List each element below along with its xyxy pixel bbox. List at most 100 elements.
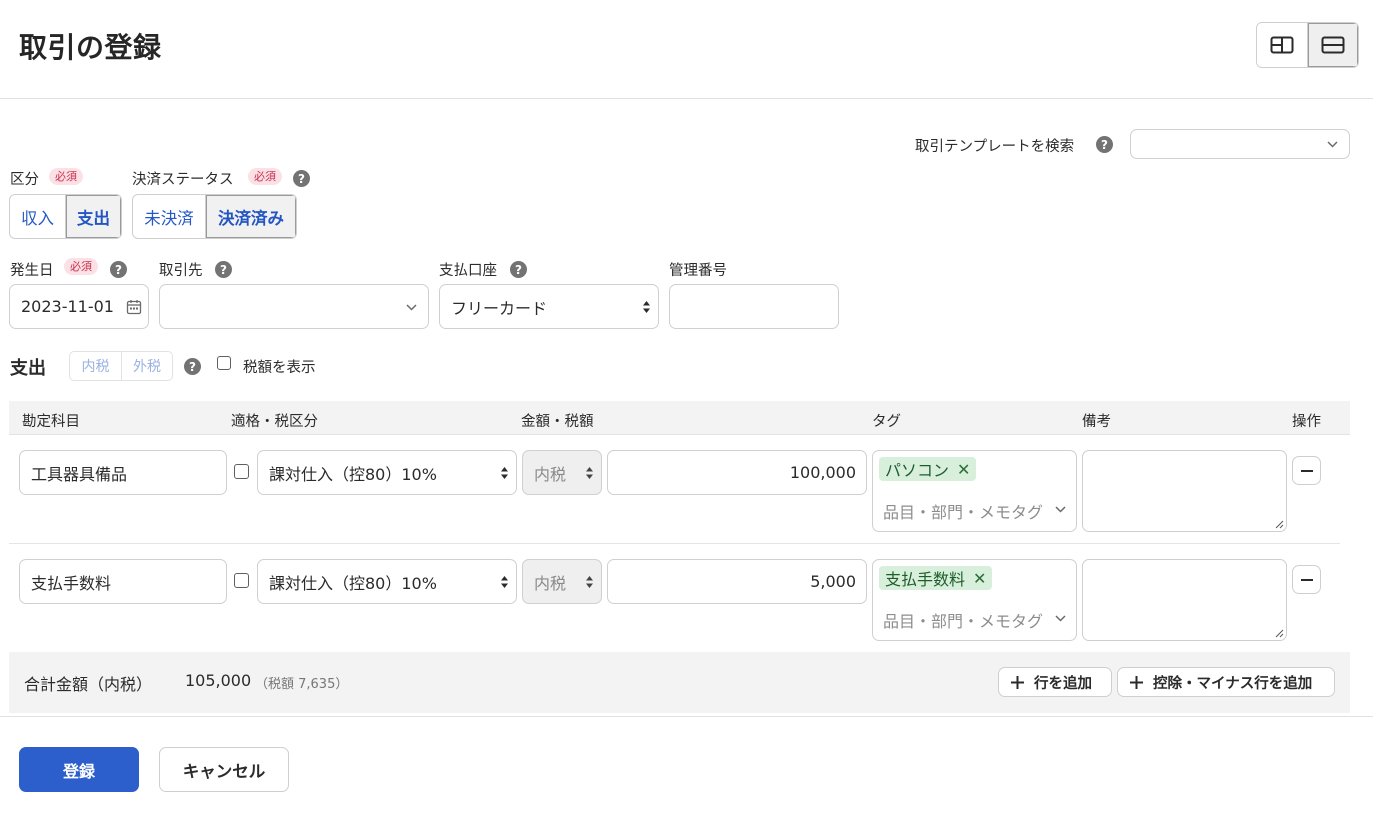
section-title: 支出: [10, 358, 46, 379]
category-income-option[interactable]: 収入: [10, 195, 65, 238]
total-amount: 105,000: [185, 671, 252, 690]
row-amount-value: 100,000: [789, 463, 856, 482]
help-icon[interactable]: ?: [215, 261, 232, 278]
remove-tag-icon[interactable]: ✕: [973, 569, 986, 588]
submit-button[interactable]: 登録: [19, 747, 139, 792]
help-icon[interactable]: ?: [184, 358, 201, 375]
manage-no-label: 管理番号: [669, 263, 727, 279]
template-search-label: 取引テンプレートを検索: [915, 139, 1075, 155]
select-arrows-icon: [501, 466, 508, 479]
page-title: 取引の登録: [19, 31, 162, 64]
tax-mode-toggle: 内税 外税: [69, 351, 173, 381]
settlement-unpaid-option[interactable]: 未決済: [133, 195, 205, 238]
memo-textarea[interactable]: [1082, 450, 1287, 532]
template-search-select[interactable]: [1130, 129, 1350, 159]
add-minus-row-label: 控除・マイナス行を追加: [1153, 675, 1313, 692]
partner-label: 取引先: [159, 263, 203, 279]
date-label: 発生日: [10, 263, 54, 279]
account-select[interactable]: フリーカード: [439, 284, 659, 329]
help-icon[interactable]: ?: [510, 261, 527, 278]
plus-icon: [1130, 675, 1143, 689]
calendar-icon: [126, 300, 142, 315]
required-badge: 必須: [248, 168, 282, 185]
qualified-checkbox[interactable]: [234, 464, 249, 479]
row-account-field[interactable]: 工具器具備品: [19, 450, 227, 495]
tax-class-select[interactable]: 課対仕入（控80）10%: [257, 559, 517, 604]
add-minus-row-button[interactable]: 控除・マイナス行を追加: [1117, 667, 1335, 697]
select-arrows-icon: [586, 575, 593, 588]
header-tag: タグ: [872, 414, 901, 430]
remove-tag-icon[interactable]: ✕: [957, 460, 970, 479]
settlement-segment: 未決済 決済済み: [132, 194, 297, 239]
split-layout-icon: [1270, 36, 1294, 54]
tag-chip-label: 支払手数料: [885, 570, 966, 589]
category-label: 区分: [10, 172, 39, 188]
plus-icon: [1011, 675, 1024, 689]
summary-bar: 合計金額（内税） 105,000 （税額 7,635） 行を追加 控除・マイナス…: [9, 652, 1350, 713]
chevron-down-icon: [1327, 141, 1338, 148]
category-expense-option[interactable]: 支出: [65, 195, 121, 238]
tag-placeholder: 品目・部門・メモタグ: [883, 612, 1044, 631]
required-badge: 必須: [49, 168, 83, 185]
header-ops: 操作: [1292, 414, 1321, 430]
settlement-paid-option[interactable]: 決済済み: [205, 195, 296, 238]
stacked-layout-button[interactable]: [1307, 23, 1358, 67]
row-divider: [9, 543, 1340, 544]
date-value: 2023-11-01: [21, 297, 114, 316]
add-row-label: 行を追加: [1034, 675, 1092, 692]
row-tax-mode-value: 内税: [534, 573, 567, 593]
cancel-button[interactable]: キャンセル: [159, 747, 289, 792]
header-amount: 金額・税額: [521, 414, 594, 430]
row-amount-input[interactable]: 5,000: [607, 559, 867, 604]
tax-amount-note: （税額 7,635）: [255, 677, 349, 692]
qualified-checkbox[interactable]: [234, 573, 249, 588]
header-divider: [0, 98, 1373, 99]
row-account-value: 工具器具備品: [31, 464, 128, 484]
row-account-field[interactable]: 支払手数料: [19, 559, 227, 604]
partner-select[interactable]: [159, 284, 429, 329]
account-value: フリーカード: [451, 298, 548, 318]
split-layout-button[interactable]: [1257, 23, 1307, 67]
footer-divider: [0, 716, 1373, 717]
row-tax-mode-value: 内税: [534, 464, 567, 484]
add-row-button[interactable]: 行を追加: [998, 667, 1112, 697]
manage-no-input[interactable]: [669, 284, 839, 329]
resize-handle-icon: [1275, 629, 1284, 638]
header-tax: 適格・税区分: [231, 414, 318, 430]
help-icon[interactable]: ?: [110, 261, 127, 278]
tag-chip-label: パソコン: [885, 461, 950, 480]
account-label: 支払口座: [439, 263, 497, 279]
minus-icon: [1300, 469, 1313, 472]
date-field[interactable]: 2023-11-01: [9, 284, 149, 329]
tax-exclusive-option[interactable]: 外税: [121, 352, 172, 380]
show-tax-checkbox[interactable]: [217, 356, 231, 370]
layout-toggle: [1256, 22, 1359, 68]
tax-class-select[interactable]: 課対仕入（控80）10%: [257, 450, 517, 495]
select-arrows-icon: [586, 466, 593, 479]
memo-textarea[interactable]: [1082, 559, 1287, 641]
stacked-layout-icon: [1321, 36, 1345, 54]
show-tax-label: 税額を表示: [243, 360, 316, 376]
total-label: 合計金額（内税）: [24, 675, 153, 694]
row-tax-mode-select[interactable]: 内税: [522, 559, 602, 604]
tax-inclusive-option[interactable]: 内税: [70, 352, 121, 380]
row-tax-mode-select[interactable]: 内税: [522, 450, 602, 495]
row-amount-input[interactable]: 100,000: [607, 450, 867, 495]
select-arrows-icon: [643, 300, 650, 313]
help-icon[interactable]: ?: [1096, 136, 1113, 153]
remove-row-button[interactable]: [1292, 565, 1321, 594]
select-arrows-icon: [501, 575, 508, 588]
row-amount-value: 5,000: [810, 572, 856, 591]
minus-icon: [1300, 578, 1313, 581]
help-icon[interactable]: ?: [293, 170, 310, 187]
settlement-label: 決済ステータス: [132, 172, 234, 188]
resize-handle-icon: [1275, 520, 1284, 529]
tag-input[interactable]: 支払手数料 ✕ 品目・部門・メモタグ: [872, 559, 1077, 641]
header-account: 勘定科目: [22, 414, 80, 430]
category-segment: 収入 支出: [9, 194, 122, 239]
tag-placeholder: 品目・部門・メモタグ: [883, 503, 1044, 522]
remove-row-button[interactable]: [1292, 456, 1321, 485]
header-memo: 備考: [1082, 414, 1111, 430]
chevron-down-icon: [406, 303, 417, 311]
tag-input[interactable]: パソコン ✕ 品目・部門・メモタグ: [872, 450, 1077, 532]
